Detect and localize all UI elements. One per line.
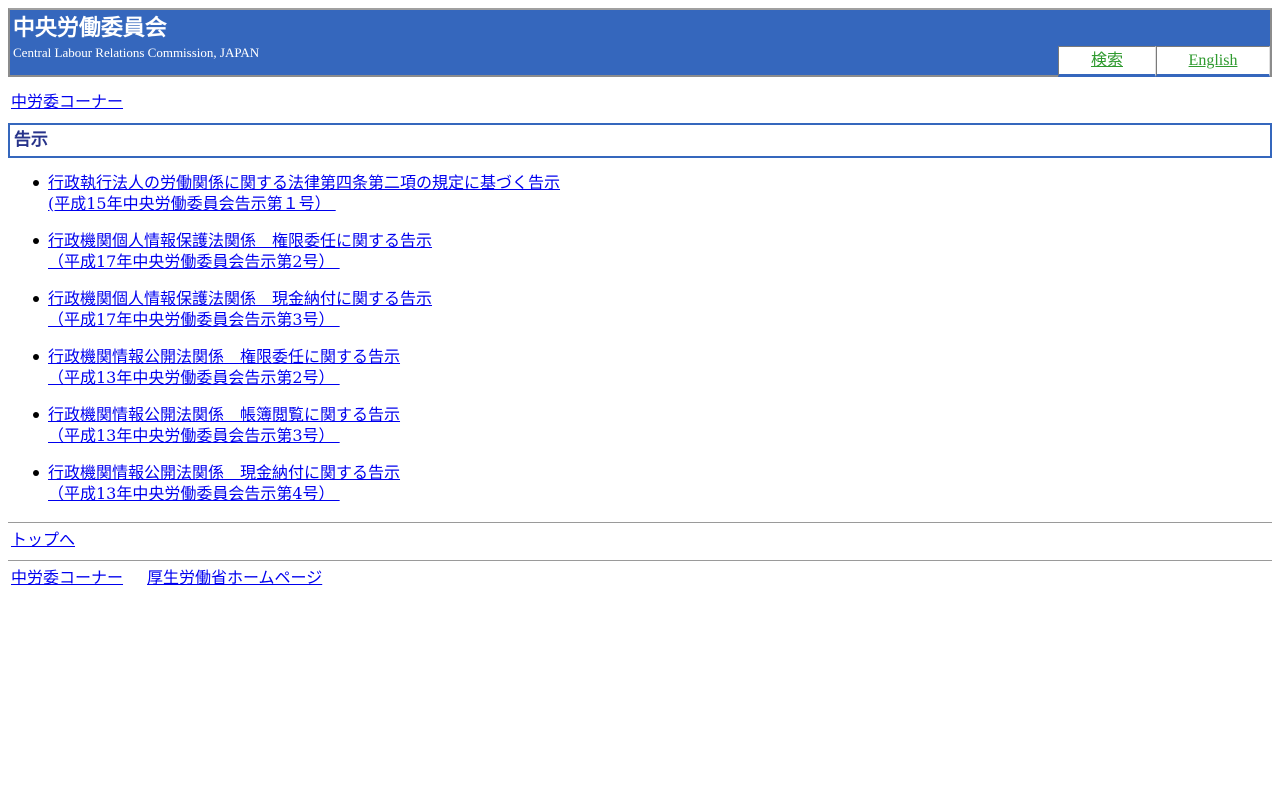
to-top-row: トップへ — [11, 530, 75, 550]
search-link[interactable]: 検索 — [1091, 52, 1123, 69]
notice-ref: （平成13年中央労働委員会告示第4号） — [48, 484, 340, 503]
site-header-banner: 中央労働委員会 Central Labour Relations Commiss… — [8, 8, 1272, 77]
breadcrumb: 中労委コーナー — [11, 92, 123, 112]
list-item: 行政機関情報公開法関係 権限委任に関する告示 （平成13年中央労働委員会告示第2号… — [33, 346, 1248, 404]
notice-link[interactable]: 行政機関情報公開法関係 現金納付に関する告示 （平成13年中央労働委員会告示第4号… — [48, 463, 400, 503]
notice-list: 行政執行法人の労働関係に関する法律第四条第二項の規定に基づく告示 (平成15年中央… — [0, 172, 1248, 520]
list-item: 行政機関情報公開法関係 帳簿閲覧に関する告示 （平成13年中央労働委員会告示第3号… — [33, 404, 1248, 462]
list-item: 行政機関情報公開法関係 現金納付に関する告示 （平成13年中央労働委員会告示第4号… — [33, 462, 1248, 520]
breadcrumb-link-corner[interactable]: 中労委コーナー — [11, 92, 123, 111]
notice-link[interactable]: 行政機関個人情報保護法関係 現金納付に関する告示 （平成17年中央労働委員会告示第… — [48, 289, 432, 329]
nav-search-tab[interactable]: 検索 — [1058, 46, 1156, 77]
list-item: 行政執行法人の労働関係に関する法律第四条第二項の規定に基づく告示 (平成15年中央… — [33, 172, 1248, 230]
footer-links: 中労委コーナー 厚生労働省ホームページ — [11, 568, 322, 588]
notice-link[interactable]: 行政執行法人の労働関係に関する法律第四条第二項の規定に基づく告示 (平成15年中央… — [48, 173, 560, 213]
list-item: 行政機関個人情報保護法関係 現金納付に関する告示 （平成17年中央労働委員会告示第… — [33, 288, 1248, 346]
site-title: 中央労働委員会 — [13, 16, 168, 41]
notice-title: 行政機関個人情報保護法関係 権限委任に関する告示 — [48, 231, 433, 250]
divider — [8, 522, 1272, 523]
english-link[interactable]: English — [1189, 52, 1238, 69]
list-item: 行政機関個人情報保護法関係 権限委任に関する告示 （平成17年中央労働委員会告示第… — [33, 230, 1248, 288]
notice-title: 行政機関個人情報保護法関係 現金納付に関する告示 — [48, 289, 433, 308]
divider — [8, 560, 1272, 561]
site-subtitle: Central Labour Relations Commission, JAP… — [13, 45, 260, 60]
footer-link-mhlw[interactable]: 厚生労働省ホームページ — [147, 568, 322, 587]
section-heading-box: 告示 — [8, 123, 1272, 158]
to-top-link[interactable]: トップへ — [11, 530, 75, 549]
notice-title: 行政機関情報公開法関係 権限委任に関する告示 — [48, 347, 401, 366]
notice-link[interactable]: 行政機関個人情報保護法関係 権限委任に関する告示 （平成17年中央労働委員会告示第… — [48, 231, 432, 271]
notice-link[interactable]: 行政機関情報公開法関係 権限委任に関する告示 （平成13年中央労働委員会告示第2号… — [48, 347, 400, 387]
notice-title: 行政執行法人の労働関係に関する法律第四条第二項の規定に基づく告示 — [48, 173, 561, 192]
notice-ref: (平成15年中央労働委員会告示第１号） — [48, 194, 336, 213]
notice-title: 行政機関情報公開法関係 現金納付に関する告示 — [48, 463, 401, 482]
notice-title: 行政機関情報公開法関係 帳簿閲覧に関する告示 — [48, 405, 401, 424]
notice-ref: （平成17年中央労働委員会告示第3号） — [48, 310, 340, 329]
nav-english-tab[interactable]: English — [1156, 46, 1270, 77]
notice-ref: （平成13年中央労働委員会告示第3号） — [48, 426, 340, 445]
notice-ref: （平成17年中央労働委員会告示第2号） — [48, 252, 340, 271]
notice-ref: （平成13年中央労働委員会告示第2号） — [48, 368, 340, 387]
notice-link[interactable]: 行政機関情報公開法関係 帳簿閲覧に関する告示 （平成13年中央労働委員会告示第3号… — [48, 405, 400, 445]
page-title: 告示 — [14, 130, 48, 150]
footer-link-corner[interactable]: 中労委コーナー — [11, 568, 123, 587]
